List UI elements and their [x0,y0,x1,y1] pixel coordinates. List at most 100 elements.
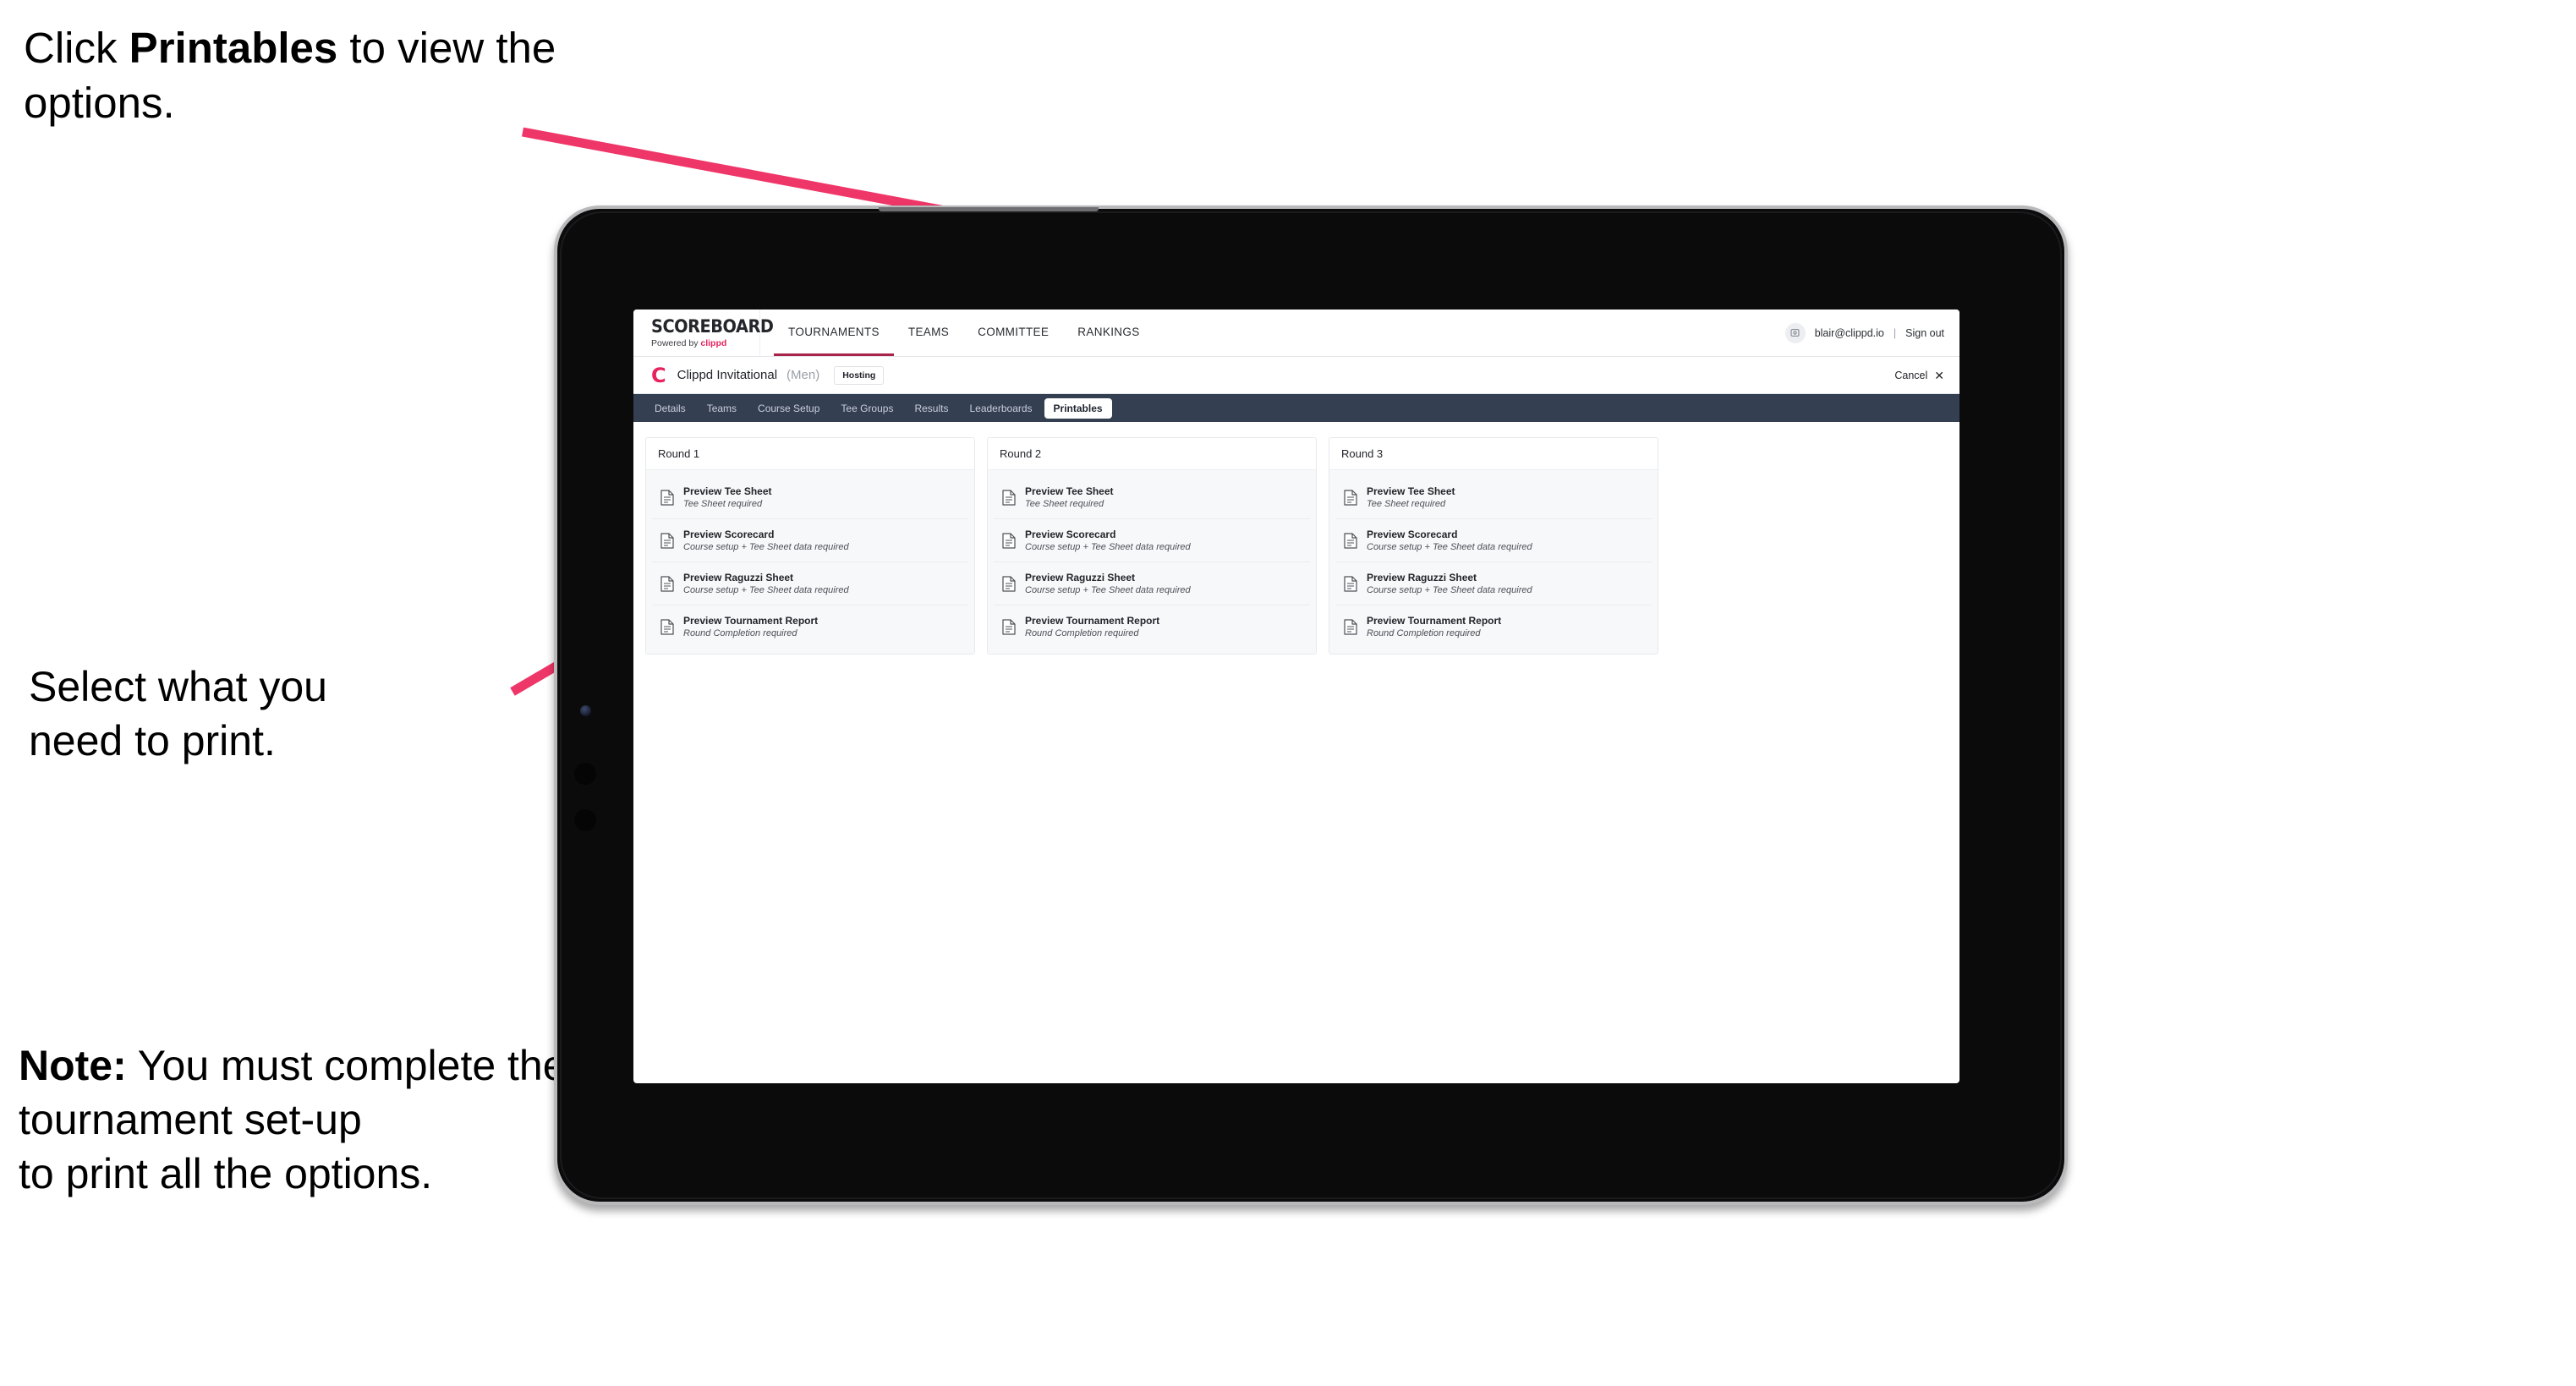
tab-results[interactable]: Results [905,398,957,419]
round-2-items: Preview Tee Sheet Tee Sheet required Pre… [988,470,1316,654]
cancel-button[interactable]: Cancel ✕ [1894,370,1944,381]
round-1-items: Preview Tee Sheet Tee Sheet required Pre… [646,470,974,654]
brand-logo[interactable]: SCOREBOARD Powered by clippd [633,310,774,356]
printable-item-text: Preview Tournament Report Round Completi… [683,615,818,638]
account-area: blair@clippd.io | Sign out [1784,310,1959,356]
printable-item-title: Preview Tournament Report [1367,615,1502,627]
printable-item-requirement: Course setup + Tee Sheet data required [683,542,849,552]
printable-item-title: Preview Scorecard [1367,529,1458,540]
tab-leaderboards[interactable]: Leaderboards [960,398,1041,419]
printable-item-tournament-report[interactable]: Preview Tournament Report Round Completi… [1335,605,1652,648]
user-email: blair@clippd.io [1814,326,1884,339]
tab-details[interactable]: Details [645,398,695,419]
printable-item-text: Preview Tournament Report Round Completi… [1367,615,1501,638]
printable-item-title: Preview Tournament Report [683,615,819,627]
printable-item-tournament-report[interactable]: Preview Tournament Report Round Completi… [994,605,1310,648]
user-avatar-icon[interactable] [1784,322,1806,343]
cancel-button-label: Cancel [1894,369,1928,381]
app-top-bar: SCOREBOARD Powered by clippd TOURNAMENTS… [633,310,1959,357]
document-icon [1002,532,1016,549]
printable-item-scorecard[interactable]: Preview Scorecard Course setup + Tee She… [652,519,968,562]
printable-item-requirement: Course setup + Tee Sheet data required [1025,585,1191,595]
tab-teams[interactable]: Teams [698,398,746,419]
nav-item-tournaments[interactable]: TOURNAMENTS [774,310,894,356]
round-2-title: Round 2 [988,438,1316,470]
round-1-title: Round 1 [646,438,974,470]
annotation-top-prefix: Click [24,24,129,72]
printable-item-requirement: Round Completion required [1367,628,1481,638]
printable-item-tee-sheet[interactable]: Preview Tee Sheet Tee Sheet required [652,476,968,519]
document-icon [1002,618,1016,635]
annotation-top-strong: Printables [129,24,338,72]
sign-out-link[interactable]: Sign out [1905,327,1944,339]
printable-item-requirement: Tee Sheet required [1025,499,1104,509]
printable-item-text: Preview Tee Sheet Tee Sheet required [1025,485,1114,509]
printable-item-requirement: Tee Sheet required [683,499,763,509]
printable-item-raguzzi-sheet[interactable]: Preview Raguzzi Sheet Course setup + Tee… [652,562,968,605]
round-column-1: Round 1 Preview Tee Sheet Tee Sheet requ… [645,437,975,655]
annotation-note-label: Note: [19,1042,127,1089]
round-column-3: Round 3 Preview Tee Sheet Tee Sheet requ… [1329,437,1658,655]
printable-item-text: Preview Scorecard Course setup + Tee She… [1367,529,1532,552]
printable-item-title: Preview Tee Sheet [1025,485,1114,497]
round-3-items: Preview Tee Sheet Tee Sheet required Pre… [1329,470,1658,654]
nav-item-committee[interactable]: COMMITTEE [963,310,1063,356]
status-badge: Hosting [834,365,885,385]
tab-printables[interactable]: Printables [1044,397,1112,419]
printable-item-tournament-report[interactable]: Preview Tournament Report Round Completi… [652,605,968,648]
document-icon [660,618,674,635]
printable-item-text: Preview Tee Sheet Tee Sheet required [1367,485,1455,509]
round-3-title: Round 3 [1329,438,1658,470]
printables-content: Round 1 Preview Tee Sheet Tee Sheet requ… [633,422,1959,655]
brand-subtitle: Powered by clippd [651,339,759,348]
printable-item-title: Preview Tournament Report [1025,615,1160,627]
document-icon [660,489,674,506]
printable-item-raguzzi-sheet[interactable]: Preview Raguzzi Sheet Course setup + Tee… [994,562,1310,605]
printable-item-text: Preview Raguzzi Sheet Course setup + Tee… [1367,572,1532,595]
printable-item-tee-sheet[interactable]: Preview Tee Sheet Tee Sheet required [1335,476,1652,519]
account-separator: | [1893,326,1897,339]
nav-item-rankings[interactable]: RANKINGS [1063,310,1154,356]
tournament-gender: (Men) [787,368,820,382]
nav-item-teams[interactable]: TEAMS [894,310,963,356]
printable-item-requirement: Round Completion required [1025,628,1139,638]
clippd-logo-icon: C [651,363,666,387]
printable-item-requirement: Course setup + Tee Sheet data required [683,585,849,595]
printable-item-requirement: Course setup + Tee Sheet data required [1367,585,1532,595]
printable-item-raguzzi-sheet[interactable]: Preview Raguzzi Sheet Course setup + Tee… [1335,562,1652,605]
printable-item-scorecard[interactable]: Preview Scorecard Course setup + Tee She… [1335,519,1652,562]
avatar-glyph [1790,329,1800,337]
printable-item-tee-sheet[interactable]: Preview Tee Sheet Tee Sheet required [994,476,1310,519]
document-icon [1344,532,1357,549]
screenshot-root: Click Printables to view the options. Se… [0,0,2576,1386]
document-icon [660,575,674,592]
clippd-wordmark: clippd [700,337,727,348]
printable-item-scorecard[interactable]: Preview Scorecard Course setup + Tee She… [994,519,1310,562]
document-icon [1344,575,1357,592]
printable-item-title: Preview Scorecard [1025,529,1116,540]
printable-item-text: Preview Raguzzi Sheet Course setup + Tee… [683,572,849,595]
printable-item-requirement: Round Completion required [683,628,797,638]
printable-item-requirement: Tee Sheet required [1367,499,1446,509]
section-tab-bar: Details Teams Course Setup Tee Groups Re… [633,394,1959,422]
tab-course-setup[interactable]: Course Setup [748,398,829,419]
camera-icon [580,705,591,716]
close-icon: ✕ [1934,368,1944,382]
printable-item-text: Preview Raguzzi Sheet Course setup + Tee… [1025,572,1191,595]
annotation-click-printables: Click Printables to view the options. [24,20,582,131]
printable-item-requirement: Course setup + Tee Sheet data required [1367,542,1532,552]
tab-tee-groups[interactable]: Tee Groups [831,398,902,419]
primary-navigation: TOURNAMENTS TEAMS COMMITTEE RANKINGS [774,310,1154,356]
powered-by-text: Powered by [651,337,701,348]
tournament-name: Clippd Invitational [677,368,778,382]
tournament-subheader: C Clippd Invitational (Men) Hosting Canc… [633,357,1959,394]
annotation-select-to-print: Select what you need to print. [29,663,327,764]
volume-up-button[interactable] [574,763,596,785]
tablet-device-frame: SCOREBOARD Powered by clippd TOURNAMENTS… [554,205,2068,1205]
printable-item-text: Preview Scorecard Course setup + Tee She… [1025,529,1191,552]
volume-down-button[interactable] [574,809,596,831]
printable-item-text: Preview Tournament Report Round Completi… [1025,615,1159,638]
app-screen: SCOREBOARD Powered by clippd TOURNAMENTS… [633,310,1959,1083]
document-icon [1344,618,1357,635]
printable-item-title: Preview Tee Sheet [1367,485,1455,497]
